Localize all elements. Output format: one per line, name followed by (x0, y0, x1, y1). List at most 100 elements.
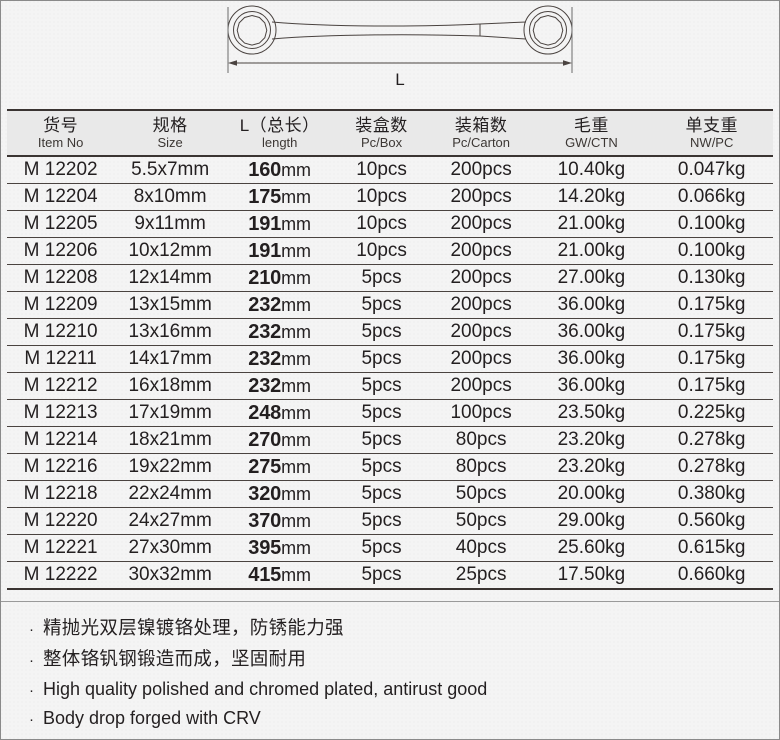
cell-gross-weight: 27.00kg (532, 264, 651, 292)
cell-gross-weight: 29.00kg (532, 507, 651, 535)
spec-table-header: 货号 Item No 规格 Size L（总长） length 装盒数 Pc/B… (7, 109, 773, 157)
cell-gross-weight: 23.50kg (532, 399, 651, 427)
table-row: M 12216 19x22mm 275mm 5pcs 80pcs 23.20kg 0.278… (7, 453, 773, 481)
feature-text: High quality polished and chromed plated… (43, 678, 488, 699)
cell-pc-per-carton: 200pcs (429, 155, 533, 184)
table-row: M 12218 22x24mm 320mm 5pcs 50pcs 20.00kg 0.380… (7, 480, 773, 508)
column-header-net-weight: 单支重 NW/PC (650, 109, 773, 157)
cell-pc-per-box: 10pcs (333, 210, 430, 238)
cell-length-value: 160 (248, 158, 282, 181)
cell-length: 320mm (226, 480, 334, 508)
column-header-item-no-en: Item No (37, 135, 84, 151)
cell-gross-weight: 23.20kg (532, 426, 651, 454)
column-header-gross-weight: 毛重 GW/CTN (532, 109, 651, 157)
shaft-bottom-right (479, 35, 527, 40)
cell-gross-weight: 23.20kg (532, 453, 651, 481)
column-header-size-en: Size (157, 135, 183, 151)
cell-pc-per-carton: 200pcs (429, 345, 533, 373)
cell-length: 415mm (226, 561, 334, 590)
cell-size: 12x14mm (114, 264, 227, 292)
cell-length-unit: mm (281, 321, 312, 342)
column-header-net-weight-en: NW/PC (690, 135, 734, 151)
cell-size: 8x10mm (114, 183, 227, 211)
cell-gross-weight: 10.40kg (532, 155, 651, 184)
cell-item-no: M 12211 (7, 345, 115, 373)
spec-table-body: M 12202 5.5x7mm 160mm 10pcs 200pcs 10.40kg 0.0… (7, 155, 773, 590)
cell-length-value: 275 (248, 455, 282, 478)
right-ring-teeth (532, 14, 564, 46)
feature-text: 精抛光双层镍镀铬处理，防锈能力强 (43, 617, 344, 638)
cell-size: 10x12mm (114, 237, 227, 265)
cell-pc-per-carton: 200pcs (429, 237, 533, 265)
cell-length-value: 191 (248, 212, 282, 235)
cell-size: 16x18mm (114, 372, 227, 400)
table-row: M 12205 9x11mm 191mm 10pcs 200pcs 21.00kg 0.10… (7, 210, 773, 238)
cell-pc-per-carton: 40pcs (429, 534, 533, 562)
cell-pc-per-carton: 200pcs (429, 210, 533, 238)
column-header-pc-per-box: 装盒数 Pc/Box (333, 109, 430, 157)
cell-length: 232mm (226, 372, 334, 400)
cell-pc-per-carton: 200pcs (429, 264, 533, 292)
cell-pc-per-box: 5pcs (333, 372, 430, 400)
table-row: M 12211 14x17mm 232mm 5pcs 200pcs 36.00kg 0.17… (7, 345, 773, 373)
cell-length-unit: mm (281, 537, 312, 558)
table-row: M 12212 16x18mm 232mm 5pcs 200pcs 36.00kg 0.17… (7, 372, 773, 400)
cell-length: 191mm (226, 237, 334, 265)
table-row: M 12202 5.5x7mm 160mm 10pcs 200pcs 10.40kg 0.0… (7, 155, 773, 184)
column-header-length-en: length (261, 135, 298, 151)
cell-item-no: M 12220 (7, 507, 115, 535)
cell-pc-per-carton: 200pcs (429, 183, 533, 211)
cell-net-weight: 0.175kg (650, 345, 773, 373)
feature-item: · 精抛光双层镍镀铬处理，防锈能力强 (29, 616, 779, 640)
cell-pc-per-box: 5pcs (333, 345, 430, 373)
cell-net-weight: 0.100kg (650, 210, 773, 238)
cell-pc-per-box: 5pcs (333, 318, 430, 346)
column-header-length: L（总长） length (226, 109, 334, 157)
cell-pc-per-carton: 50pcs (429, 480, 533, 508)
column-header-size: 规格 Size (114, 109, 227, 157)
column-header-item-no-cn: 货号 (43, 116, 79, 135)
cell-size: 5.5x7mm (114, 155, 227, 184)
cell-item-no: M 12216 (7, 453, 115, 481)
column-header-pc-per-carton-cn: 装箱数 (454, 116, 508, 135)
cell-net-weight: 0.560kg (650, 507, 773, 535)
cell-length: 191mm (226, 210, 334, 238)
spec-table: 货号 Item No 规格 Size L（总长） length 装盒数 Pc/B… (7, 109, 773, 590)
cell-length: 370mm (226, 507, 334, 535)
cell-gross-weight: 36.00kg (532, 291, 651, 319)
cell-size: 14x17mm (114, 345, 227, 373)
table-row: M 12206 10x12mm 191mm 10pcs 200pcs 21.00kg 0.1… (7, 237, 773, 265)
table-row: M 12222 30x32mm 415mm 5pcs 25pcs 17.50kg 0.660… (7, 561, 773, 590)
left-ring-teeth (236, 14, 268, 46)
cell-length-unit: mm (281, 456, 312, 477)
feature-text: Body drop forged with CRV (43, 708, 261, 729)
cell-length: 248mm (226, 399, 334, 427)
cell-net-weight: 0.225kg (650, 399, 773, 427)
column-header-size-cn: 规格 (152, 116, 188, 135)
cell-length: 210mm (226, 264, 334, 292)
cell-net-weight: 0.047kg (650, 155, 773, 184)
bullet-icon: · (29, 681, 34, 699)
cell-item-no: M 12222 (7, 561, 115, 590)
cell-pc-per-box: 5pcs (333, 507, 430, 535)
cell-pc-per-box: 10pcs (333, 237, 430, 265)
cell-pc-per-carton: 50pcs (429, 507, 533, 535)
cell-length: 175mm (226, 183, 334, 211)
column-header-gross-weight-en: GW/CTN (565, 135, 618, 151)
feature-list: · 精抛光双层镍镀铬处理，防锈能力强 · 整体铬钒钢锻造而成，坚固耐用 · Hi… (1, 601, 779, 739)
cell-pc-per-carton: 80pcs (429, 453, 533, 481)
cell-length-unit: mm (281, 159, 312, 180)
cell-pc-per-carton: 200pcs (429, 291, 533, 319)
cell-length: 395mm (226, 534, 334, 562)
cell-length-unit: mm (281, 483, 312, 504)
cell-pc-per-carton: 200pcs (429, 318, 533, 346)
cell-item-no: M 12202 (7, 155, 115, 184)
cell-item-no: M 12212 (7, 372, 115, 400)
cell-size: 18x21mm (114, 426, 227, 454)
cell-size: 24x27mm (114, 507, 227, 535)
column-header-length-cn: L（总长） (239, 116, 320, 135)
cell-net-weight: 0.278kg (650, 453, 773, 481)
column-header-pc-per-carton: 装箱数 Pc/Carton (429, 109, 533, 157)
spec-table-container: 货号 Item No 规格 Size L（总长） length 装盒数 Pc/B… (1, 109, 779, 590)
cell-net-weight: 0.175kg (650, 318, 773, 346)
